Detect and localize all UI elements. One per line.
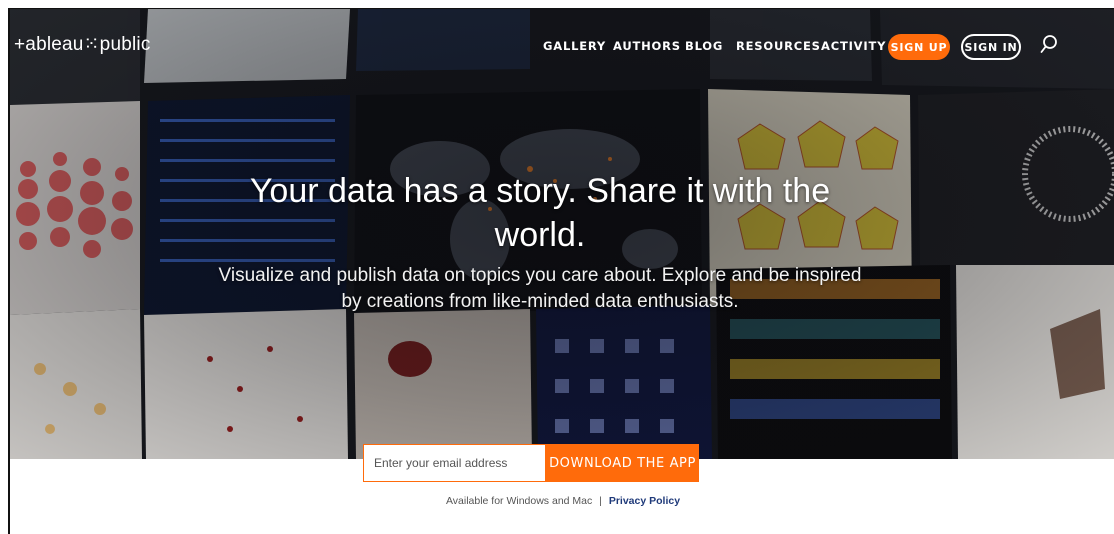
nav-resources[interactable]: RESOURCES (736, 39, 821, 53)
nav-activity[interactable]: ACTIVITY (821, 39, 886, 53)
privacy-policy-link[interactable]: Privacy Policy (609, 495, 680, 507)
availability-note: Available for Windows and Mac | Privacy … (10, 495, 1114, 507)
nav-blog[interactable]: BLOG (685, 39, 723, 53)
search-icon[interactable] (1040, 35, 1058, 55)
top-nav: +ableau⁙public GALLERY AUTHORS BLOG RESO… (10, 9, 1114, 65)
nav-authors[interactable]: AUTHORS (613, 39, 681, 53)
tableau-public-logo[interactable]: +ableau⁙public (14, 33, 151, 56)
hero-headline: Your data has a story. Share it with the… (249, 172, 831, 254)
separator: | (599, 495, 602, 507)
availability-text: Available for Windows and Mac (445, 495, 593, 507)
email-input[interactable] (363, 444, 546, 482)
download-app-button[interactable]: DOWNLOAD THE APP (546, 444, 699, 482)
hero-subhead: Visualize and publish data on topics you… (218, 265, 862, 312)
page-frame: +ableau⁙public GALLERY AUTHORS BLOG RESO… (8, 8, 1114, 534)
nav-gallery[interactable]: GALLERY (543, 39, 606, 53)
sign-in-button[interactable]: SIGN IN (961, 34, 1021, 60)
sign-up-button[interactable]: SIGN UP (888, 34, 950, 60)
hero-section: +ableau⁙public GALLERY AUTHORS BLOG RESO… (10, 9, 1114, 459)
